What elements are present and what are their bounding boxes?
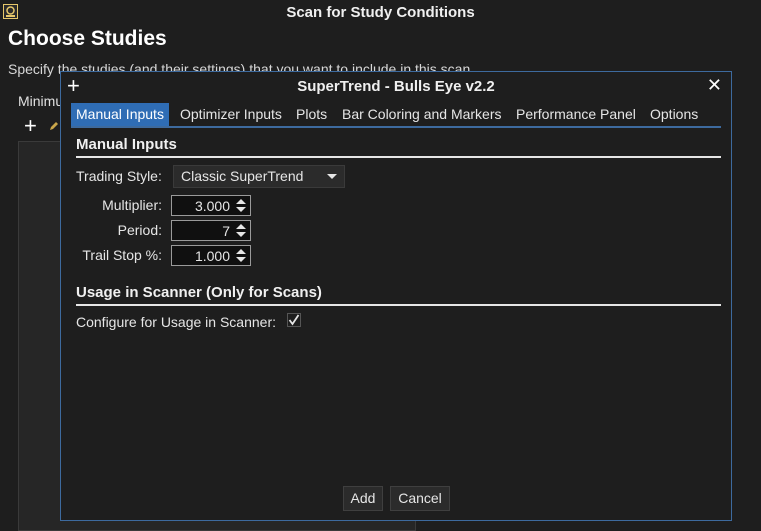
tab-options[interactable]: Options [650,103,698,126]
chevron-down-icon [327,174,337,179]
tab-manual-inputs[interactable]: Manual Inputs [71,103,169,126]
spinner-arrows-icon[interactable] [235,223,247,238]
period-label: Period: [117,222,162,238]
trail-stop-value: 1.000 [194,248,230,264]
trail-stop-label: Trail Stop %: [82,247,162,263]
main-window-title: Scan for Study Conditions [286,4,475,21]
cancel-button[interactable]: Cancel [390,486,450,511]
section-divider [76,156,721,158]
multiplier-value: 3.000 [194,198,230,214]
minimum-label: Minimu [18,93,64,109]
trading-style-dropdown[interactable]: Classic SuperTrend [173,165,345,188]
spinner-arrows-icon[interactable] [235,248,247,263]
configure-scanner-label: Configure for Usage in Scanner: [76,314,276,330]
scanner-section-title: Usage in Scanner (Only for Scans) [76,284,322,301]
period-spinner[interactable]: 7 [171,220,251,241]
close-icon[interactable]: ✕ [707,75,722,96]
trading-style-label: Trading Style: [76,168,162,184]
trading-style-value: Classic SuperTrend [181,168,304,184]
multiplier-spinner[interactable]: 3.000 [171,195,251,216]
spinner-arrows-icon[interactable] [235,198,247,213]
tab-optimizer-inputs[interactable]: Optimizer Inputs [180,103,282,126]
tab-plots[interactable]: Plots [296,103,327,126]
period-value: 7 [222,223,230,239]
configure-scanner-checkbox[interactable] [287,313,301,327]
page-heading: Choose Studies [8,27,167,50]
tab-bar: Manual Inputs Optimizer Inputs Plots Bar… [71,102,721,128]
dialog-title: SuperTrend - Bulls Eye v2.2 [297,78,495,95]
add-button[interactable]: Add [343,486,383,511]
edit-pencil-icon[interactable] [49,121,59,131]
trail-stop-spinner[interactable]: 1.000 [171,245,251,266]
add-study-icon[interactable]: + [24,115,37,137]
study-settings-dialog: + SuperTrend - Bulls Eye v2.2 ✕ Manual I… [60,71,732,521]
tab-performance-panel[interactable]: Performance Panel [516,103,636,126]
tab-bar-coloring[interactable]: Bar Coloring and Markers [342,103,502,126]
section-divider [76,304,721,306]
multiplier-label: Multiplier: [102,197,162,213]
manual-inputs-section-title: Manual Inputs [76,136,177,153]
main-titlebar: Scan for Study Conditions [0,0,761,24]
